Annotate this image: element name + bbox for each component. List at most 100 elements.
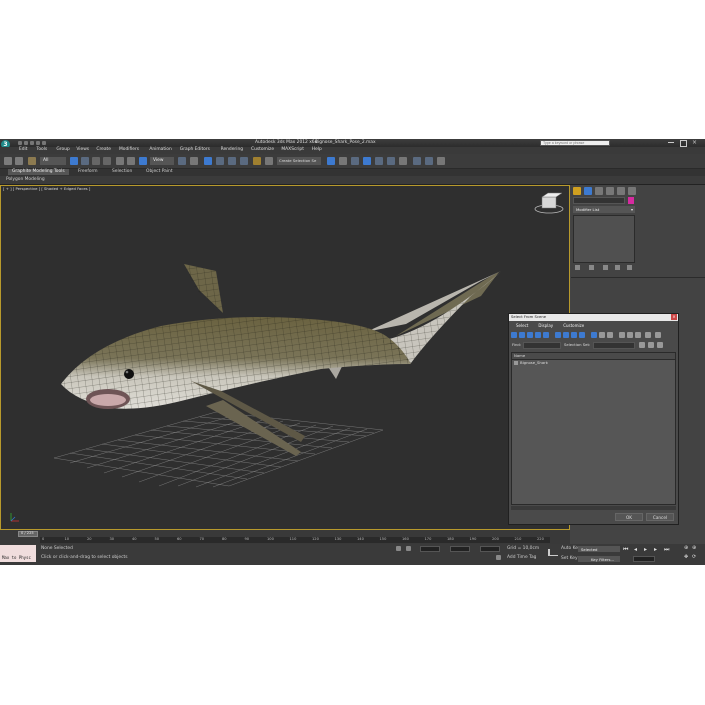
object-color-swatch[interactable] xyxy=(628,197,634,204)
create-selection-set-icon[interactable] xyxy=(639,342,645,348)
display-xrefs-icon[interactable] xyxy=(571,332,577,338)
list-scrollbar[interactable] xyxy=(511,506,676,510)
reference-coordinate-dropdown[interactable]: View xyxy=(150,157,174,165)
z-coordinate-field[interactable] xyxy=(480,546,500,552)
set-key-button[interactable]: Set Key xyxy=(561,556,578,561)
window-controls[interactable]: × xyxy=(668,139,702,147)
menu-item-modifiers[interactable]: Modifiers xyxy=(119,147,139,152)
search-input[interactable] xyxy=(540,140,610,146)
display-tab-icon[interactable] xyxy=(617,187,625,195)
region-select-icon[interactable] xyxy=(92,157,100,165)
menu-item-group[interactable]: Group xyxy=(56,147,69,152)
menu-item-animation[interactable]: Animation xyxy=(149,147,171,152)
utilities-tab-icon[interactable] xyxy=(628,187,636,195)
render-icon[interactable] xyxy=(437,157,445,165)
link-icon[interactable] xyxy=(28,157,36,165)
go-to-start-icon[interactable]: ⏮ xyxy=(623,546,628,554)
list-header[interactable]: Name xyxy=(512,353,675,360)
ribbon-tab-selection[interactable]: Selection xyxy=(112,169,132,174)
zoom-icon[interactable]: ⊕ xyxy=(684,545,688,551)
perspective-viewport[interactable]: [ + ] [ Perspective ] [ Shaded + Edged F… xyxy=(0,185,570,530)
named-selection-icon[interactable] xyxy=(265,157,273,165)
window-crossing-icon[interactable] xyxy=(103,157,111,165)
add-time-tag[interactable]: Add Time Tag xyxy=(507,555,536,560)
x-coordinate-field[interactable] xyxy=(420,546,440,552)
display-shapes-icon[interactable] xyxy=(519,332,525,338)
cancel-button[interactable]: Cancel xyxy=(646,513,674,521)
ribbon-tab-graphite-modeling-tools[interactable]: Graphite Modeling Tools xyxy=(8,169,69,176)
display-cameras-icon[interactable] xyxy=(535,332,541,338)
close-icon[interactable]: × xyxy=(692,139,697,146)
delete-selection-set-icon[interactable] xyxy=(657,342,663,348)
time-slider-area[interactable]: 0 / 225 0 10 20 30 40 50 60 70 80 90 100 110 120 130 1… xyxy=(0,530,570,544)
redo-icon[interactable] xyxy=(15,157,23,165)
go-to-end-icon[interactable]: ⏭ xyxy=(664,546,669,554)
dialog-menu-display[interactable]: Display xyxy=(538,324,553,328)
configure-sets-icon[interactable] xyxy=(627,265,632,270)
spinner-snap-icon[interactable] xyxy=(240,157,248,165)
dialog-menu-customize[interactable]: Customize xyxy=(563,324,584,328)
dialog-menu-select[interactable]: Select xyxy=(516,324,528,328)
dialog-title-bar[interactable]: Select From Scene × xyxy=(509,314,678,321)
curve-editor-icon[interactable] xyxy=(375,157,383,165)
named-selection-set-dropdown[interactable]: Create Selection Se xyxy=(277,157,321,165)
list-item[interactable]: Bignose_Shark xyxy=(512,360,675,366)
menu-item-create[interactable]: Create xyxy=(96,147,111,152)
display-spacewarps-icon[interactable] xyxy=(555,332,561,338)
pin-stack-icon[interactable] xyxy=(575,265,580,270)
display-groups-icon[interactable] xyxy=(563,332,569,338)
y-coordinate-field[interactable] xyxy=(450,546,470,552)
edit-named-selection-icon[interactable] xyxy=(253,157,261,165)
zoom-all-icon[interactable]: ⊕ xyxy=(692,545,696,551)
modifier-list-dropdown[interactable]: Modifier List ▾ xyxy=(573,206,635,213)
absolute-mode-icon[interactable] xyxy=(406,546,411,551)
graphite-toggle-icon[interactable] xyxy=(363,157,371,165)
rotate-icon[interactable] xyxy=(127,157,135,165)
manipulate-icon[interactable] xyxy=(190,157,198,165)
select-all-icon[interactable] xyxy=(619,332,625,338)
display-none-icon[interactable] xyxy=(599,332,605,338)
menu-item-help[interactable]: Help xyxy=(312,147,322,152)
menu-item-tools[interactable]: Tools xyxy=(36,147,47,152)
render-setup-icon[interactable] xyxy=(413,157,421,165)
find-input[interactable] xyxy=(523,342,561,349)
key-filters-button[interactable]: Key Filters... xyxy=(578,556,620,562)
select-none-icon[interactable] xyxy=(627,332,633,338)
select-by-name-icon[interactable] xyxy=(81,157,89,165)
display-lights-icon[interactable] xyxy=(527,332,533,338)
create-tab-icon[interactable] xyxy=(573,187,581,195)
scene-list[interactable]: Name Bignose_Shark xyxy=(511,352,676,505)
time-slider[interactable]: 0 / 225 xyxy=(18,531,38,537)
maxscript-listener[interactable]: Max to Physc xyxy=(0,545,36,562)
angle-snap-icon[interactable] xyxy=(216,157,224,165)
ribbon-tab-object-paint[interactable]: Object Paint xyxy=(146,169,173,174)
menu-item-edit[interactable]: Edit xyxy=(19,147,28,152)
show-end-result-icon[interactable] xyxy=(589,265,594,270)
display-bones-icon[interactable] xyxy=(579,332,585,338)
modify-tab-icon[interactable] xyxy=(584,187,592,195)
key-icon[interactable] xyxy=(548,549,558,556)
object-name-field[interactable] xyxy=(573,197,625,204)
polygon-modeling-label[interactable]: Polygon Modeling xyxy=(6,177,45,182)
menu-item-customize[interactable]: Customize xyxy=(251,147,274,152)
ribbon-tab-freeform[interactable]: Freeform xyxy=(78,169,98,174)
dialog-close-icon[interactable]: × xyxy=(671,314,677,320)
display-helpers-icon[interactable] xyxy=(543,332,549,338)
move-icon[interactable] xyxy=(116,157,124,165)
display-all-icon[interactable] xyxy=(591,332,597,338)
selection-set-dropdown[interactable] xyxy=(593,342,635,349)
previous-frame-icon[interactable]: ◂ xyxy=(634,546,637,553)
layer-manager-icon[interactable] xyxy=(351,157,359,165)
selection-filter-dropdown[interactable]: All xyxy=(40,157,66,165)
filter-icon[interactable] xyxy=(655,332,661,338)
display-invert-icon[interactable] xyxy=(607,332,613,338)
menu-item-rendering[interactable]: Rendering xyxy=(221,147,243,152)
sync-selection-icon[interactable] xyxy=(645,332,651,338)
track-bar[interactable]: 0 10 20 30 40 50 60 70 80 90 100 110 120 130 140 150 160… xyxy=(40,537,550,543)
hierarchy-tab-icon[interactable] xyxy=(595,187,603,195)
play-icon[interactable]: ▸ xyxy=(644,546,647,553)
motion-tab-icon[interactable] xyxy=(606,187,614,195)
pivot-icon[interactable] xyxy=(178,157,186,165)
current-frame-field[interactable] xyxy=(633,556,655,562)
rendered-frame-icon[interactable] xyxy=(425,157,433,165)
